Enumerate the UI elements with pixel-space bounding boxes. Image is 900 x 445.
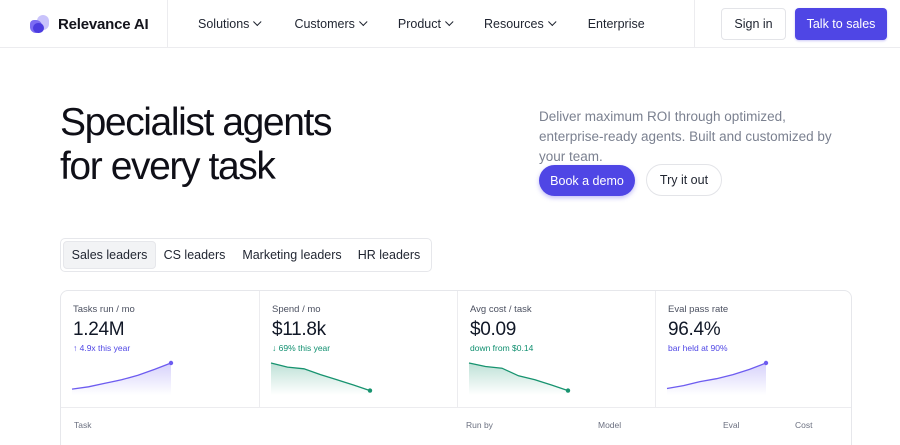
metric-card: Tasks run / mo 1.24M ↑ 4.9x this year [61,291,259,407]
menu-label: Customers [294,17,355,31]
chevron-down-icon [358,17,368,27]
try-it-out-button[interactable]: Try it out [646,164,722,196]
sparkline-area [271,363,370,395]
metric-card: Avg cost / task $0.09 down from $0.14 [457,291,655,407]
table-header-run-by[interactable]: Run by [466,420,493,430]
brand-name: Relevance AI [58,15,149,33]
sparkline-end-dot [168,360,174,366]
table-divider [61,407,851,408]
sign-in-button[interactable]: Sign in [721,8,786,40]
sparkline-area [72,363,171,395]
menu-label: Product [397,17,441,31]
table-header-model[interactable]: Model [598,420,621,430]
nav-divider [694,0,695,48]
sparkline-area [469,363,568,395]
metric-value: 96.4% [668,319,721,340]
menu-label: Solutions [198,17,250,31]
metric-label: Spend / mo [272,304,321,315]
chevron-down-icon [445,17,454,27]
hero-headline: Specialist agents for every task [60,101,332,189]
menu-solutions[interactable]: Solutions [198,17,262,31]
chevron-down-icon [253,17,262,27]
metric-value: $0.09 [470,319,517,340]
table-header-cost[interactable]: Cost [795,420,812,430]
menu-label: Enterprise [587,17,645,31]
tab-cs-leaders[interactable]: CS leaders [158,241,231,269]
metric-label: Avg cost / task [470,304,532,315]
sparkline-end-dot [367,388,373,393]
hero-subcopy: Deliver maximum ROI through optimized, e… [539,109,832,164]
metric-label: Tasks run / mo [73,304,135,315]
metric-card: Spend / mo $11.8k ↓ 69% this year [259,291,457,407]
sparkline [71,360,174,395]
headline-line: Specialist agents [60,101,332,144]
headline-line: for every task [60,145,276,188]
metric-value: 1.24M [73,319,125,340]
metric-value: $11.8k [272,319,326,340]
tab-marketing-leaders[interactable]: Marketing leaders [235,241,349,269]
menu-customers[interactable]: Customers [294,17,368,31]
chevron-down-icon [547,17,557,27]
sparkline [270,362,373,395]
tab-hr-leaders[interactable]: HR leaders [353,241,425,269]
relevance-logo-icon [30,15,50,33]
talk-to-sales-button[interactable]: Talk to sales [795,8,887,40]
persona-tabs: Sales leaders CS leaders Marketing leade… [60,238,432,272]
sparkline [666,360,769,395]
table-header-task[interactable]: Task [74,420,91,430]
top-nav: Relevance AI Solutions Customers Product… [0,0,900,48]
menu-label: Resources [483,17,544,31]
book-demo-button[interactable]: Book a demo [539,165,635,196]
sparkline-end-dot [763,360,769,366]
metric-note: ↑ 4.9x this year [73,343,131,353]
brand[interactable]: Relevance AI [30,0,149,48]
metric-note: down from $0.14 [470,343,534,353]
main-menu: Solutions Customers Product Resources En… [198,0,645,48]
nav-divider [167,0,168,48]
sparkline-end-dot [565,388,571,393]
metric-card: Eval pass rate 96.4% bar held at 90% [655,291,851,407]
table-header-eval[interactable]: Eval [723,420,740,430]
metric-label: Eval pass rate [668,304,729,315]
menu-resources[interactable]: Resources [483,17,557,31]
metric-note: bar held at 90% [668,343,728,353]
metric-note: ↓ 69% this year [272,343,331,353]
sparkline [468,362,571,395]
menu-product[interactable]: Product [397,17,454,31]
dashboard-preview: Tasks run / mo 1.24M ↑ 4.9x this year Sp… [60,290,852,445]
menu-enterprise[interactable]: Enterprise [588,17,645,31]
tab-sales-leaders[interactable]: Sales leaders [63,241,156,269]
